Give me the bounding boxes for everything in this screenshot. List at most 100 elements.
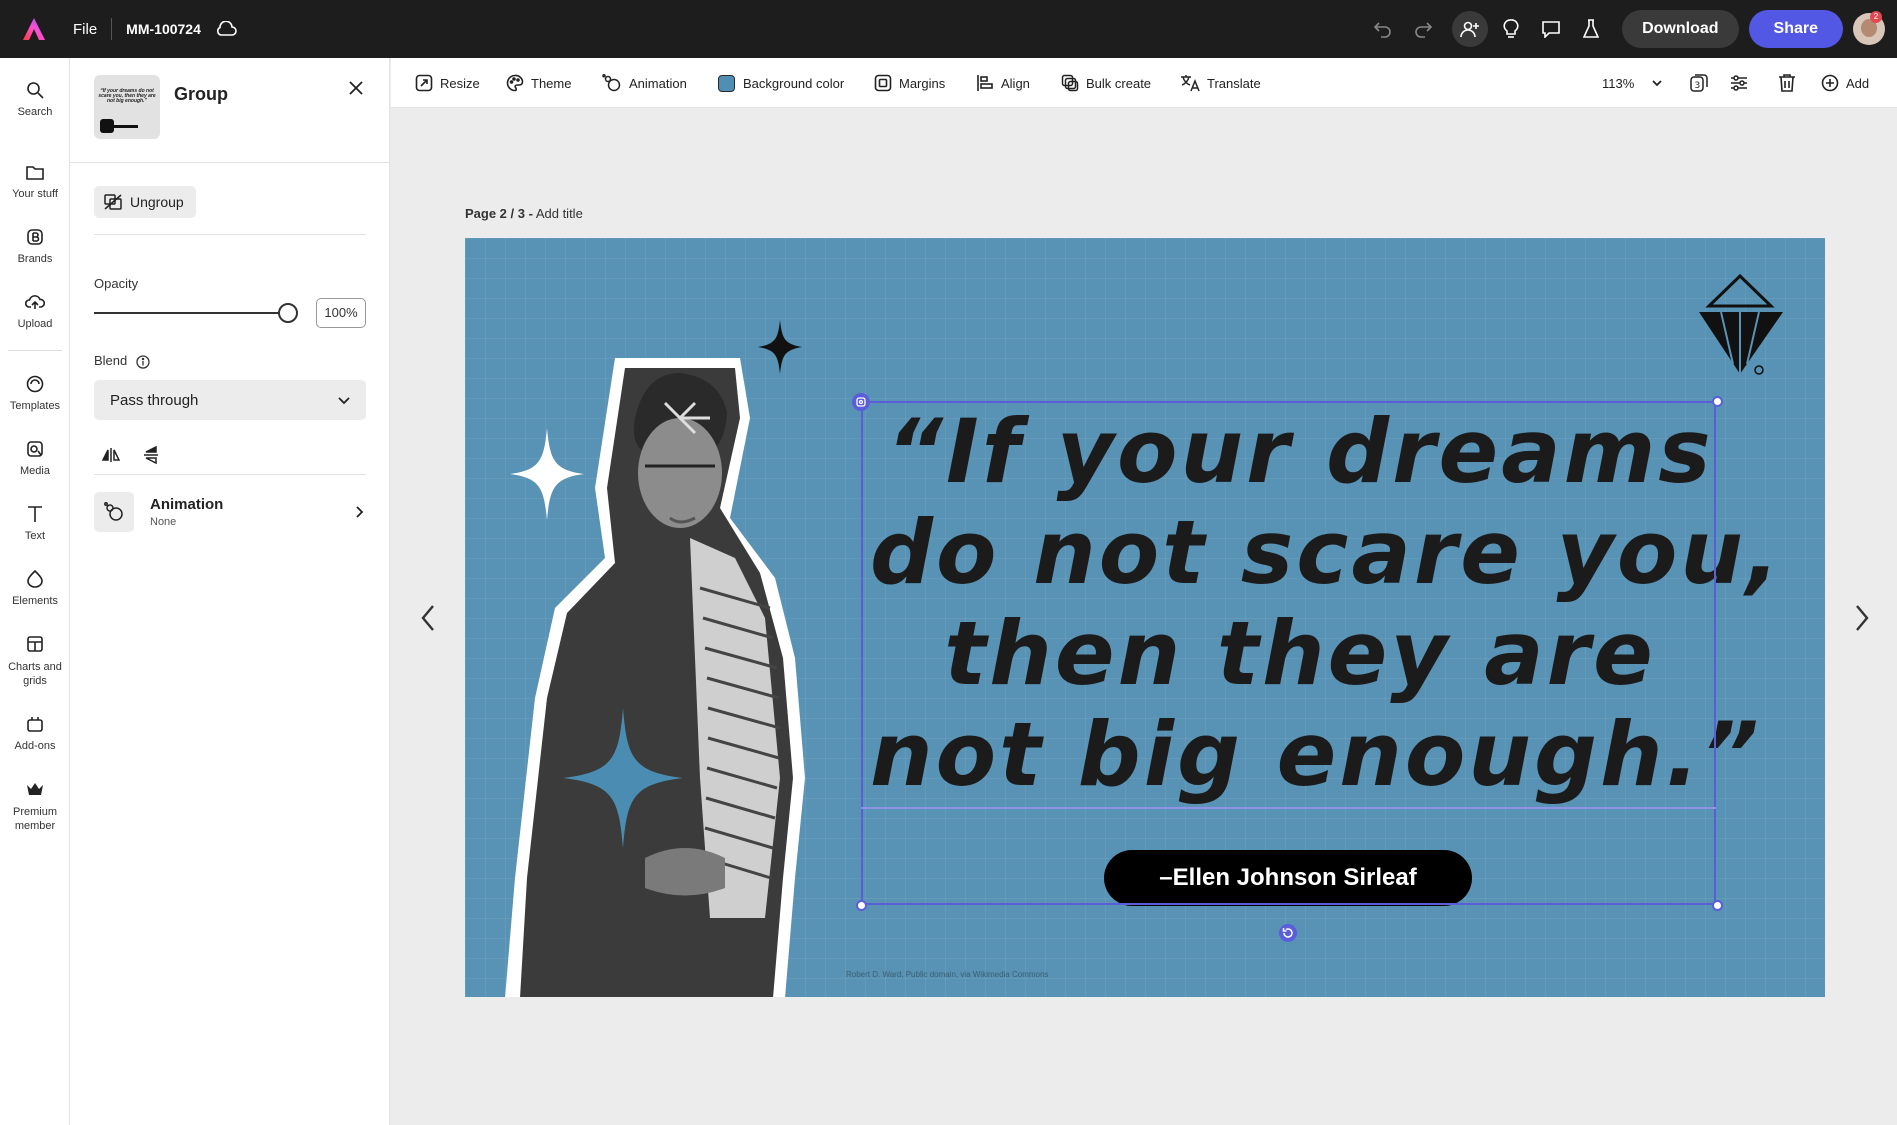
resize-button[interactable]: Resize — [415, 58, 480, 108]
search-icon — [0, 78, 70, 102]
group-thumbnail: “If your dreams do not scare you, then t… — [94, 75, 160, 139]
ungroup-button[interactable]: Ungroup — [94, 186, 196, 218]
rail-templates[interactable]: Templates — [0, 372, 70, 412]
folder-icon — [0, 160, 70, 184]
animation-button[interactable]: Animation — [602, 58, 687, 108]
thumbnail-quote: “If your dreams do not scare you, then t… — [98, 88, 156, 104]
notification-badge: 2 — [1870, 11, 1882, 23]
chevron-down-icon — [338, 397, 350, 405]
rail-add-ons[interactable]: Add-ons — [0, 712, 70, 752]
rail-search[interactable]: Search — [0, 78, 70, 118]
previous-page-arrow[interactable] — [413, 600, 443, 636]
ungroup-label: Ungroup — [130, 194, 184, 210]
add-label: Add — [1846, 75, 1870, 91]
rail-brands[interactable]: Brands — [0, 225, 70, 265]
rail-your-stuff[interactable]: Your stuff — [0, 160, 70, 200]
opacity-input[interactable]: 100% — [316, 298, 366, 328]
chevron-right-icon — [356, 506, 364, 518]
chevron-down-icon — [1652, 80, 1662, 87]
bulk-create-icon — [1061, 74, 1079, 92]
download-button[interactable]: Download — [1622, 10, 1739, 48]
blue-sparkle-icon[interactable] — [563, 708, 683, 848]
rail-text[interactable]: Text — [0, 502, 70, 542]
invite-user-icon[interactable] — [1452, 11, 1489, 47]
bulk-create-button[interactable]: Bulk create — [1061, 58, 1151, 108]
move-handle-icon[interactable] — [852, 393, 870, 411]
group-selection-box[interactable] — [861, 401, 1716, 905]
lightbulb-icon[interactable] — [1494, 12, 1528, 46]
rail-label: Media — [20, 465, 50, 477]
resize-icon — [415, 74, 433, 92]
align-button[interactable]: Align — [976, 58, 1030, 108]
info-icon[interactable] — [136, 355, 150, 374]
margins-icon — [874, 74, 892, 92]
translate-button[interactable]: Translate — [1180, 58, 1261, 108]
flip-horizontal-icon[interactable] — [98, 442, 124, 468]
close-icon[interactable] — [344, 76, 368, 100]
zoom-control[interactable]: 113% — [1602, 58, 1664, 108]
theme-button[interactable]: Theme — [506, 58, 571, 108]
rail-elements[interactable]: Elements — [0, 567, 70, 607]
comment-icon[interactable] — [1534, 12, 1568, 46]
blend-label: Blend — [94, 353, 128, 368]
rotate-handle-icon[interactable] — [1279, 924, 1297, 942]
page-number: Page 2 / 3 - — [465, 206, 533, 221]
ungroup-icon — [104, 194, 122, 210]
rail-premium-member[interactable]: Premium member — [0, 777, 70, 833]
rail-upload[interactable]: Upload — [0, 290, 70, 330]
page-indicator[interactable]: Page 2 / 3 - Add title — [465, 206, 583, 221]
redo-icon[interactable] — [1406, 12, 1440, 46]
rail-label: Add-ons — [14, 740, 56, 752]
background-color-swatch — [718, 74, 735, 92]
divider — [94, 234, 366, 235]
photo-credit[interactable]: Robert D. Ward, Public domain, via Wikim… — [846, 970, 1048, 979]
margins-label: Margins — [899, 75, 946, 91]
group-properties-panel: “If your dreams do not scare you, then t… — [70, 58, 390, 1125]
panel-title: Group — [174, 84, 228, 104]
adobe-express-logo[interactable] — [17, 12, 51, 46]
pages-icon[interactable]: 3 — [1689, 58, 1716, 108]
file-menu[interactable]: File — [73, 21, 97, 38]
opacity-slider-handle[interactable] — [278, 303, 298, 323]
next-page-arrow[interactable] — [1847, 600, 1877, 636]
blend-mode-select[interactable]: Pass through — [94, 380, 366, 420]
rail-label: Premium member — [12, 806, 57, 832]
plus-circle-icon — [1821, 74, 1839, 92]
cloud-sync-icon[interactable] — [215, 21, 237, 37]
rail-label: Your stuff — [12, 188, 58, 200]
rail-label: Text — [24, 530, 46, 542]
share-button[interactable]: Share — [1748, 10, 1843, 48]
resize-handle-bottom-left[interactable] — [856, 900, 867, 911]
delete-icon[interactable] — [1778, 58, 1803, 108]
background-color-button[interactable]: Background color — [718, 58, 844, 108]
margins-button[interactable]: Margins — [874, 58, 945, 108]
media-icon — [0, 437, 70, 461]
resize-handle-top-right[interactable] — [1712, 396, 1723, 407]
labs-flask-icon[interactable] — [1574, 12, 1608, 46]
flip-vertical-icon[interactable] — [138, 442, 164, 468]
white-sparkle-icon[interactable] — [510, 428, 584, 520]
animation-value: None — [150, 516, 177, 528]
design-canvas[interactable]: “If your dreams do not scare you, then t… — [465, 238, 1825, 997]
top-bar: File MM-100724 Download Share 2 — [0, 0, 1897, 58]
brand-logo-icon[interactable] — [1687, 272, 1797, 380]
animation-row[interactable]: Animation None — [94, 492, 366, 532]
rail-charts-and-grids[interactable]: Charts and grids — [0, 632, 70, 688]
rail-media[interactable]: Media — [0, 437, 70, 477]
black-sparkle-icon[interactable] — [758, 320, 802, 374]
resize-handle-bottom-right[interactable] — [1712, 900, 1723, 911]
document-name[interactable]: MM-100724 — [126, 21, 201, 37]
thumbnail-line — [114, 125, 138, 128]
opacity-slider-track[interactable] — [94, 312, 290, 314]
svg-text:3: 3 — [1695, 81, 1701, 91]
layers-settings-icon[interactable] — [1729, 58, 1756, 108]
rail-label: Charts and grids — [8, 661, 62, 687]
divider — [94, 474, 366, 475]
add-title-link[interactable]: Add title — [536, 206, 583, 221]
rail-label: Brands — [17, 253, 53, 265]
undo-icon[interactable] — [1366, 12, 1400, 46]
add-button[interactable]: Add — [1821, 58, 1869, 108]
translate-label: Translate — [1207, 75, 1261, 91]
palette-icon — [506, 74, 524, 92]
grid-icon — [0, 632, 70, 656]
